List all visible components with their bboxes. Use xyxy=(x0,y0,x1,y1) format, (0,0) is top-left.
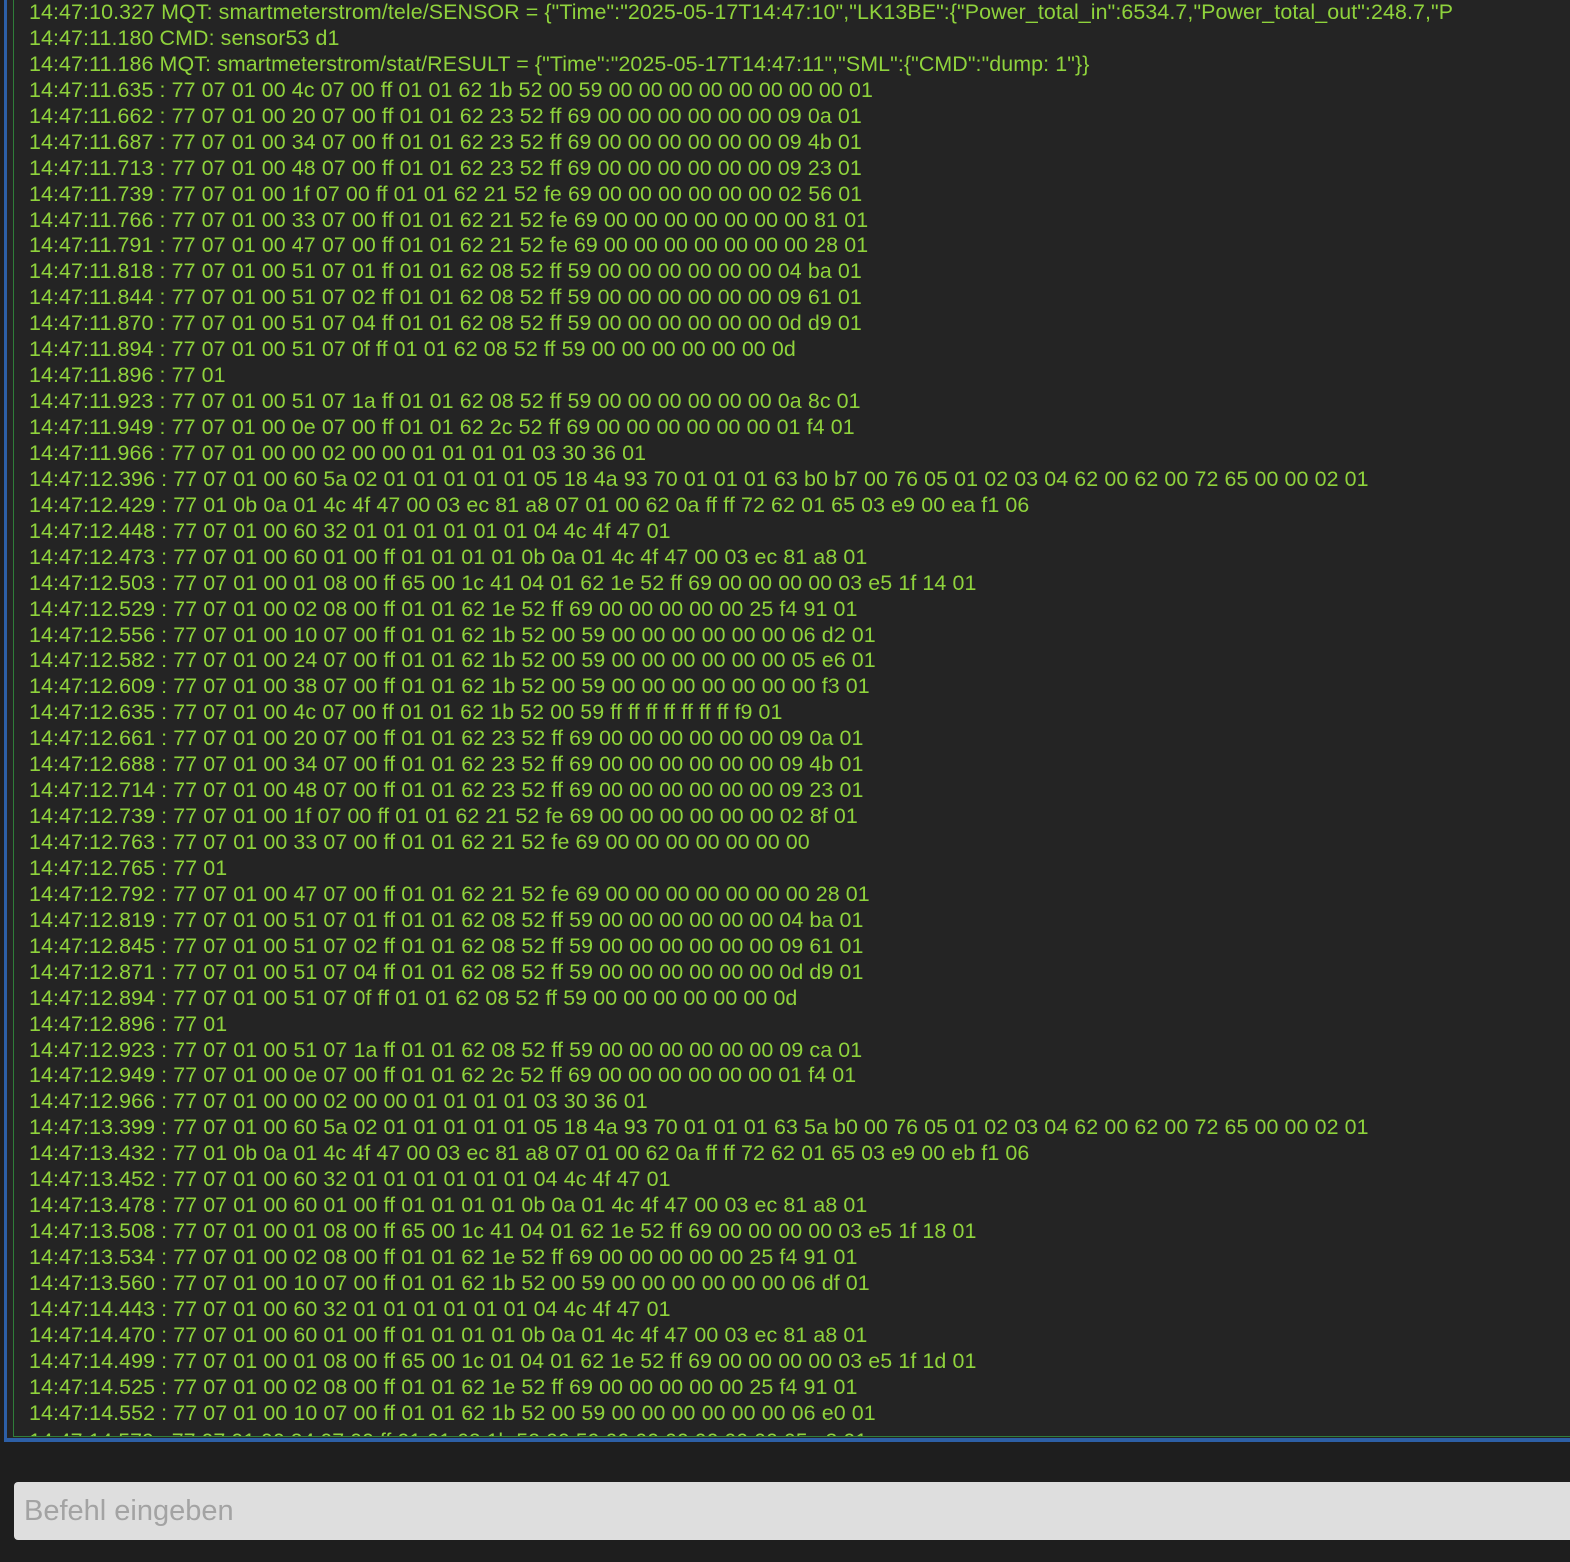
log-line: 14:47:12.635 : 77 07 01 00 4c 07 00 ff 0… xyxy=(29,700,783,725)
log-line: 14:47:14.470 : 77 07 01 00 60 01 00 ff 0… xyxy=(29,1322,868,1347)
log-line: 14:47:12.871 : 77 07 01 00 51 07 04 ff 0… xyxy=(29,959,864,984)
command-input-area xyxy=(0,1446,1570,1562)
log-line: 14:47:12.894 : 77 07 01 00 51 07 0f ff 0… xyxy=(29,985,798,1010)
log-line: 14:47:12.966 : 77 07 01 00 00 02 00 00 0… xyxy=(29,1089,648,1114)
log-line: 14:47:12.582 : 77 07 01 00 24 07 00 ff 0… xyxy=(29,648,876,673)
log-line: 14:47:13.478 : 77 07 01 00 60 01 00 ff 0… xyxy=(29,1193,868,1218)
log-line: 14:47:12.763 : 77 07 01 00 33 07 00 ff 0… xyxy=(29,830,810,854)
log-line: 14:47:12.896 : 77 01 xyxy=(29,1011,228,1036)
log-line: 14:47:11.713 : 77 07 01 00 48 07 00 ff 0… xyxy=(29,155,862,180)
log-line: 14:47:12.448 : 77 07 01 00 60 32 01 01 0… xyxy=(29,518,671,543)
log-line: 14:47:13.432 : 77 01 0b 0a 01 4c 4f 47 0… xyxy=(29,1141,1030,1166)
log-line: 14:47:14.443 : 77 07 01 00 60 32 01 01 0… xyxy=(29,1296,671,1321)
log-line: 14:47:12.473 : 77 07 01 00 60 01 00 ff 0… xyxy=(29,544,868,569)
log-line: 14:47:11.635 : 77 07 01 00 4c 07 00 ff 0… xyxy=(29,77,873,102)
log-line: 14:47:12.923 : 77 07 01 00 51 07 1a ff 0… xyxy=(29,1037,863,1062)
log-line: 14:47:10.327 MQT: smartmeterstrom/tele/S… xyxy=(29,0,1454,24)
command-input[interactable] xyxy=(14,1482,1570,1540)
log-line: 14:47:12.429 : 77 01 0b 0a 01 4c 4f 47 0… xyxy=(29,492,1030,517)
log-line: 14:47:12.688 : 77 07 01 00 34 07 00 ff 0… xyxy=(29,752,864,777)
log-line: 14:47:12.396 : 77 07 01 00 60 5a 02 01 0… xyxy=(29,466,1369,491)
log-line: 14:47:11.687 : 77 07 01 00 34 07 00 ff 0… xyxy=(29,129,862,154)
log-line: 14:47:11.923 : 77 07 01 00 51 07 1a ff 0… xyxy=(29,389,861,414)
log-line: 14:47:11.739 : 77 07 01 00 1f 07 00 ff 0… xyxy=(29,181,863,206)
log-line: 14:47:11.791 : 77 07 01 00 47 07 00 ff 0… xyxy=(29,233,869,258)
log-line: 14:47:12.845 : 77 07 01 00 51 07 02 ff 0… xyxy=(29,933,864,958)
log-line: 14:47:12.529 : 77 07 01 00 02 08 00 ff 0… xyxy=(29,596,858,621)
log-line: 14:47:13.534 : 77 07 01 00 02 08 00 ff 0… xyxy=(29,1245,858,1269)
log-line: 14:47:12.714 : 77 07 01 00 48 07 00 ff 0… xyxy=(29,778,864,803)
log-line: 14:47:11.894 : 77 07 01 00 51 07 0f ff 0… xyxy=(29,337,796,362)
log-line: 14:47:13.508 : 77 07 01 00 01 08 00 ff 6… xyxy=(29,1219,977,1244)
log-line: 14:47:14.525 : 77 07 01 00 02 08 00 ff 0… xyxy=(29,1374,858,1399)
log-line: 14:47:11.766 : 77 07 01 00 33 07 00 ff 0… xyxy=(29,207,869,232)
log-line: 14:47:13.399 : 77 07 01 00 60 5a 02 01 0… xyxy=(29,1115,1369,1140)
log-line: 14:47:11.844 : 77 07 01 00 51 07 02 ff 0… xyxy=(29,285,862,310)
log-line: 14:47:12.661 : 77 07 01 00 20 07 00 ff 0… xyxy=(29,726,864,751)
log-line-partial: 14:47:14.579 : 77 07 01 00 24 07 00 ff 0… xyxy=(29,1428,867,1436)
log-line: 14:47:11.870 : 77 07 01 00 51 07 04 ff 0… xyxy=(29,311,862,336)
log-line: 14:47:12.765 : 77 01 xyxy=(29,855,228,880)
log-line: 14:47:11.818 : 77 07 01 00 51 07 01 ff 0… xyxy=(29,259,862,284)
console-frame: 14:47:10.327 MQT: smartmeterstrom/tele/S… xyxy=(4,0,1570,1442)
log-line: 14:47:12.792 : 77 07 01 00 47 07 00 ff 0… xyxy=(29,881,870,906)
log-line: 14:47:12.819 : 77 07 01 00 51 07 01 ff 0… xyxy=(29,907,864,932)
log-line: 14:47:12.609 : 77 07 01 00 38 07 00 ff 0… xyxy=(29,674,870,699)
log-line: 14:47:11.966 : 77 07 01 00 00 02 00 00 0… xyxy=(29,440,647,465)
log-line: 14:47:12.556 : 77 07 01 00 10 07 00 ff 0… xyxy=(29,622,876,647)
log-line: 14:47:11.949 : 77 07 01 00 0e 07 00 ff 0… xyxy=(29,415,855,439)
log-line: 14:47:14.552 : 77 07 01 00 10 07 00 ff 0… xyxy=(29,1400,876,1425)
console-log[interactable]: 14:47:10.327 MQT: smartmeterstrom/tele/S… xyxy=(13,0,1570,1437)
log-lines: 14:47:10.327 MQT: smartmeterstrom/tele/S… xyxy=(29,0,1453,1427)
log-line: 14:47:12.949 : 77 07 01 00 0e 07 00 ff 0… xyxy=(29,1063,857,1088)
log-line: 14:47:11.896 : 77 01 xyxy=(29,363,226,388)
log-line: 14:47:11.662 : 77 07 01 00 20 07 00 ff 0… xyxy=(29,103,862,128)
log-line: 14:47:11.180 CMD: sensor53 d1 xyxy=(29,25,340,50)
log-line: 14:47:12.503 : 77 07 01 00 01 08 00 ff 6… xyxy=(29,570,977,595)
log-line: 14:47:11.186 MQT: smartmeterstrom/stat/R… xyxy=(29,51,1090,76)
log-line: 14:47:14.499 : 77 07 01 00 01 08 00 ff 6… xyxy=(29,1348,977,1373)
log-line: 14:47:13.452 : 77 07 01 00 60 32 01 01 0… xyxy=(29,1167,671,1192)
log-line: 14:47:13.560 : 77 07 01 00 10 07 00 ff 0… xyxy=(29,1270,870,1295)
log-line: 14:47:12.739 : 77 07 01 00 1f 07 00 ff 0… xyxy=(29,804,858,829)
